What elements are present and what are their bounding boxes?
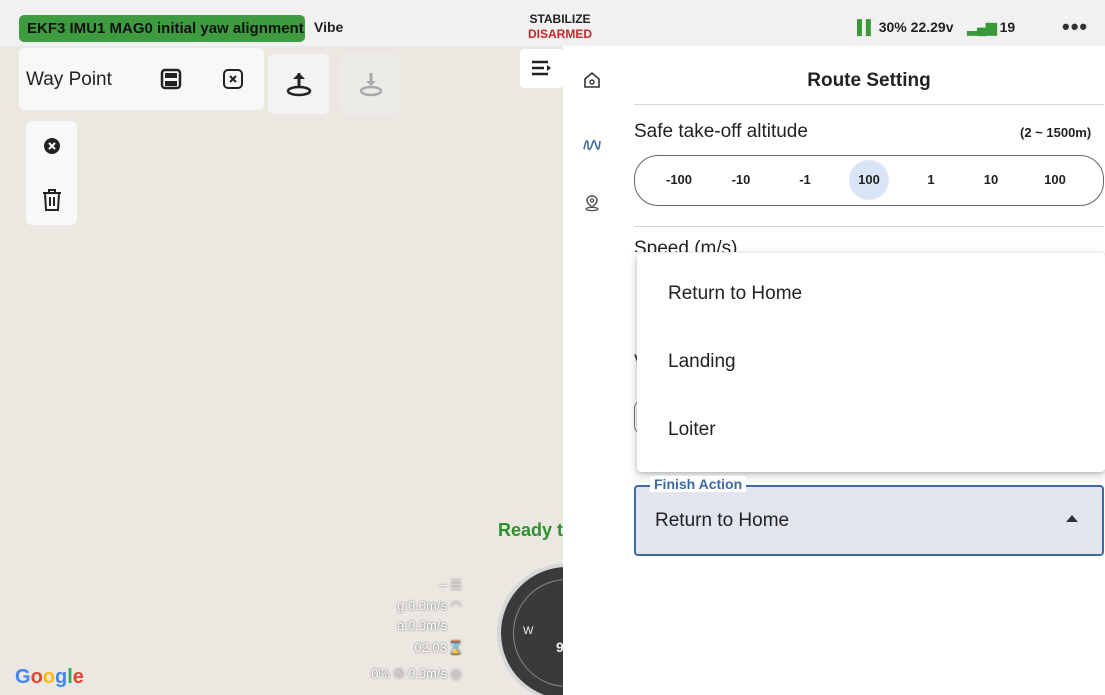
finish-action-value: Return to Home (655, 510, 790, 531)
route-setting-title: Route Setting (807, 70, 931, 91)
altitude-icon: ☰ (450, 577, 462, 592)
upload-icon[interactable] (268, 54, 329, 114)
throttle-readout: 0% ✇ 0.0m/s ◎ (371, 666, 465, 682)
arm-state-text: DISARMED (527, 27, 592, 41)
signal-bars-icon: ▂▄▆ (967, 19, 996, 35)
ready-status-text: Ready t (498, 520, 564, 540)
voltage-value: 22.29v (910, 19, 954, 35)
takeoff-altitude-label: Safe take-off altitude (634, 121, 808, 142)
vehicle-status[interactable]: ▌▌ 30% 22.29v ▂▄▆ 19 (857, 19, 1015, 36)
flight-time-value: 02:03 (414, 640, 447, 655)
divider (634, 226, 1104, 227)
wave-icon[interactable] (580, 133, 604, 157)
step-minus-1[interactable]: -1 (785, 156, 825, 204)
step-plus-100[interactable]: 100 (1035, 156, 1075, 204)
waypoint-label: Way Point (26, 69, 112, 90)
compass-direction: W (523, 625, 534, 637)
more-options-icon[interactable]: ••• (1062, 14, 1088, 40)
dropdown-option-landing[interactable]: Landing (637, 330, 1105, 394)
speed-label: Speed (m/s) (634, 238, 738, 252)
air-speed-value: a:0.0m/s (397, 618, 447, 633)
home-icon[interactable] (580, 68, 604, 92)
vibe-indicator[interactable]: Vibe (314, 19, 343, 35)
top-status-bar: EKF3 IMU1 MAG0 initial yaw alignment com… (0, 0, 1105, 46)
save-icon[interactable] (157, 65, 185, 93)
location-pin-icon[interactable] (580, 191, 604, 215)
timer-icon: ⌛ (447, 640, 465, 655)
caret-up-icon[interactable] (1066, 515, 1078, 522)
trash-icon[interactable] (39, 187, 65, 213)
status-message-badge[interactable]: EKF3 IMU1 MAG0 initial yaw alignment com… (19, 15, 305, 42)
waypoint-toolbar: Way Point (19, 48, 264, 110)
step-minus-100[interactable]: -100 (659, 156, 699, 204)
download-icon[interactable] (340, 54, 401, 114)
battery-icon: ▌▌ (857, 19, 876, 35)
takeoff-altitude-value[interactable]: 100 (849, 160, 889, 200)
ground-speed-readout: g:0.0m/s ◠ (397, 598, 465, 614)
flight-mode-text: STABILIZE (529, 12, 591, 26)
ground-speed-value: g:0.0m/s (397, 598, 447, 613)
air-speed-readout: a:0.0m/s (397, 618, 465, 633)
close-square-icon[interactable] (219, 65, 247, 93)
takeoff-altitude-range: (2 ~ 1500m) (1020, 125, 1092, 140)
google-logo: Google (15, 666, 84, 688)
altitude-value: -- (438, 577, 447, 592)
speedometer-icon: ◠ (450, 598, 462, 613)
panel-menu-icon[interactable] (520, 49, 563, 88)
step-minus-10[interactable]: -10 (721, 156, 761, 204)
dropdown-option-return-to-home[interactable]: Return to Home (637, 262, 1105, 326)
step-plus-10[interactable]: 10 (971, 156, 1011, 204)
cancel-circle-icon[interactable] (40, 134, 64, 158)
flight-time-readout: 02:03⌛ (414, 640, 465, 656)
finish-action-dropdown-menu: Return to Home Landing Loiter (637, 253, 1105, 472)
throttle-value: 0% (371, 666, 390, 681)
divider (634, 104, 1104, 105)
satellite-count: 19 (999, 19, 1016, 35)
fan-icon: ✇ (393, 666, 405, 681)
finish-action-label: Finish Action (650, 476, 747, 492)
altitude-readout: -- ☰ (438, 577, 465, 593)
vertical-speed-value: 0.0m/s (407, 666, 447, 681)
step-plus-1[interactable]: 1 (911, 156, 951, 204)
takeoff-altitude-stepper: -100 -10 -1 100 1 10 100 (634, 155, 1104, 206)
gauge-icon: ◎ (450, 666, 462, 681)
dropdown-option-loiter[interactable]: Loiter (637, 398, 1105, 462)
flight-mode-indicator[interactable]: STABILIZE DISARMED (520, 12, 600, 42)
battery-percent: 30% (878, 19, 907, 35)
map-tools (26, 121, 77, 225)
